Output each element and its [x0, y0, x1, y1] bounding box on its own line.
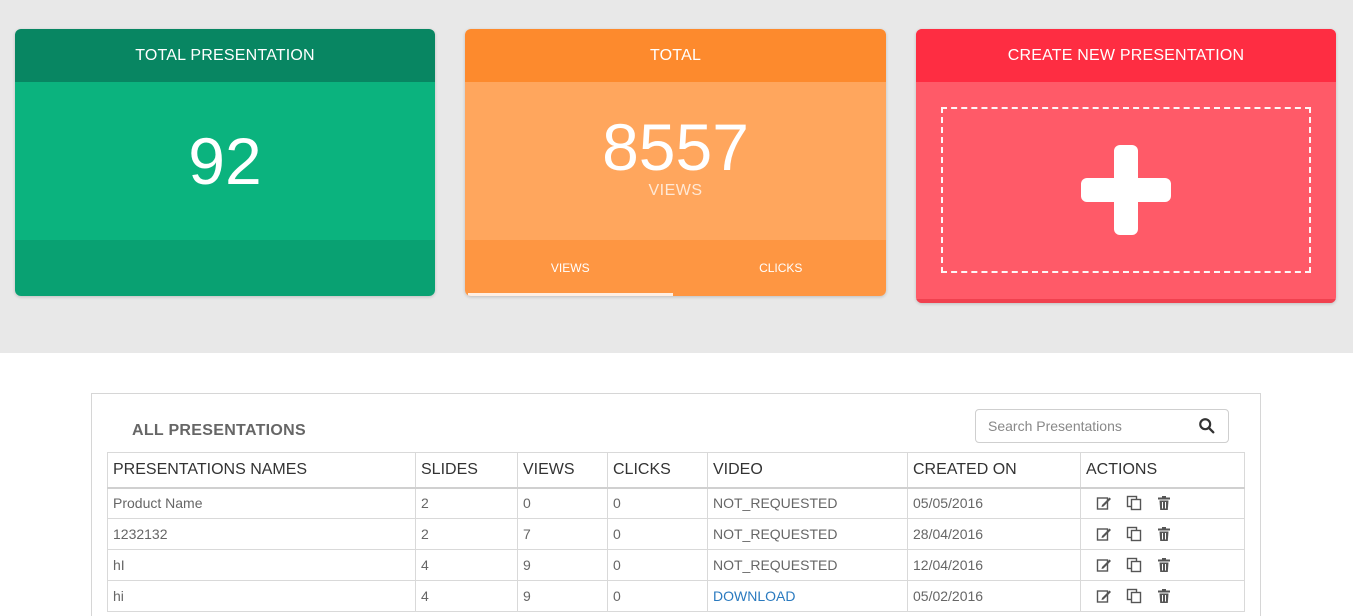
- table-row: hi 4 9 0 DOWNLOAD 05/02/2016: [107, 580, 1245, 612]
- cell-created: 12/04/2016: [907, 549, 1081, 581]
- copy-icon[interactable]: [1126, 495, 1142, 511]
- cell-slides: 2: [415, 487, 518, 519]
- copy-icon[interactable]: [1126, 526, 1142, 542]
- trash-icon[interactable]: [1156, 557, 1172, 573]
- trash-icon[interactable]: [1156, 526, 1172, 542]
- table-header-row: PRESENTATIONS NAMES SLIDES VIEWS CLICKS …: [107, 452, 1245, 489]
- card-footer: [15, 240, 435, 296]
- column-header-clicks[interactable]: CLICKS: [607, 452, 708, 489]
- total-views-count: 8557: [602, 110, 749, 184]
- cell-created: 05/02/2016: [907, 580, 1081, 612]
- column-header-video[interactable]: VIDEO: [707, 452, 908, 489]
- create-presentation-button[interactable]: [941, 107, 1311, 273]
- cell-name: 1232132: [107, 518, 416, 550]
- card-title: TOTAL: [465, 29, 886, 82]
- card-bottom-border: [916, 299, 1336, 303]
- cell-slides: 4: [415, 580, 518, 612]
- total-presentation-count: 92: [188, 124, 262, 198]
- all-presentations-panel: ALL PRESENTATIONS PRESENTATIONS NAMES SL…: [91, 393, 1261, 616]
- column-header-actions: ACTIONS: [1080, 452, 1245, 489]
- edit-icon[interactable]: [1096, 495, 1112, 511]
- tab-clicks[interactable]: CLICKS: [676, 240, 887, 296]
- cell-video: NOT_REQUESTED: [707, 487, 908, 519]
- plus-icon: [1081, 145, 1171, 235]
- table-row: hI 4 9 0 NOT_REQUESTED 12/04/2016: [107, 549, 1245, 581]
- trash-icon[interactable]: [1156, 588, 1172, 604]
- total-tabs: VIEWS CLICKS: [465, 240, 886, 296]
- cell-clicks: 0: [607, 487, 708, 519]
- column-header-created-on[interactable]: CREATED ON: [907, 452, 1081, 489]
- cell-views: 9: [517, 549, 608, 581]
- cell-created: 28/04/2016: [907, 518, 1081, 550]
- trash-icon[interactable]: [1156, 495, 1172, 511]
- panel-title: ALL PRESENTATIONS: [132, 422, 306, 439]
- total-presentation-card: TOTAL PRESENTATION 92: [15, 29, 435, 296]
- card-title: CREATE NEW PRESENTATION: [916, 29, 1336, 82]
- edit-icon[interactable]: [1096, 526, 1112, 542]
- card-title: TOTAL PRESENTATION: [15, 29, 435, 82]
- table-row: Product Name 2 0 0 NOT_REQUESTED 05/05/2016: [107, 487, 1245, 519]
- cell-video: NOT_REQUESTED: [707, 549, 908, 581]
- search-box: [975, 409, 1229, 443]
- cell-clicks: 0: [607, 580, 708, 612]
- cell-slides: 4: [415, 549, 518, 581]
- cell-clicks: 0: [607, 549, 708, 581]
- cell-name: Product Name: [107, 487, 416, 519]
- copy-icon[interactable]: [1126, 588, 1142, 604]
- column-header-views[interactable]: VIEWS: [517, 452, 608, 489]
- cell-actions: [1080, 518, 1245, 550]
- cell-views: 0: [517, 487, 608, 519]
- active-tab-indicator: [468, 293, 673, 296]
- tab-views[interactable]: VIEWS: [465, 240, 676, 296]
- cell-name: hI: [107, 549, 416, 581]
- table-row: 1232132 2 7 0 NOT_REQUESTED 28/04/2016: [107, 518, 1245, 550]
- search-input[interactable]: [988, 418, 1198, 434]
- cell-actions: [1080, 580, 1245, 612]
- total-unit-label: VIEWS: [648, 182, 703, 199]
- edit-icon[interactable]: [1096, 588, 1112, 604]
- cell-actions: [1080, 549, 1245, 581]
- total-views-card: TOTAL 8557 VIEWS VIEWS CLICKS: [465, 29, 886, 296]
- cell-slides: 2: [415, 518, 518, 550]
- cell-name: hi: [107, 580, 416, 612]
- cell-created: 05/05/2016: [907, 487, 1081, 519]
- create-presentation-card: CREATE NEW PRESENTATION: [916, 29, 1336, 303]
- copy-icon[interactable]: [1126, 557, 1142, 573]
- presentations-table: PRESENTATIONS NAMES SLIDES VIEWS CLICKS …: [107, 452, 1245, 612]
- column-header-slides[interactable]: SLIDES: [415, 452, 518, 489]
- cell-views: 9: [517, 580, 608, 612]
- cell-video: NOT_REQUESTED: [707, 518, 908, 550]
- edit-icon[interactable]: [1096, 557, 1112, 573]
- cell-views: 7: [517, 518, 608, 550]
- cell-video: DOWNLOAD: [707, 580, 908, 612]
- cell-actions: [1080, 487, 1245, 519]
- download-link[interactable]: DOWNLOAD: [713, 588, 795, 604]
- search-icon[interactable]: [1198, 417, 1216, 435]
- cell-clicks: 0: [607, 518, 708, 550]
- column-header-name[interactable]: PRESENTATIONS NAMES: [107, 452, 416, 489]
